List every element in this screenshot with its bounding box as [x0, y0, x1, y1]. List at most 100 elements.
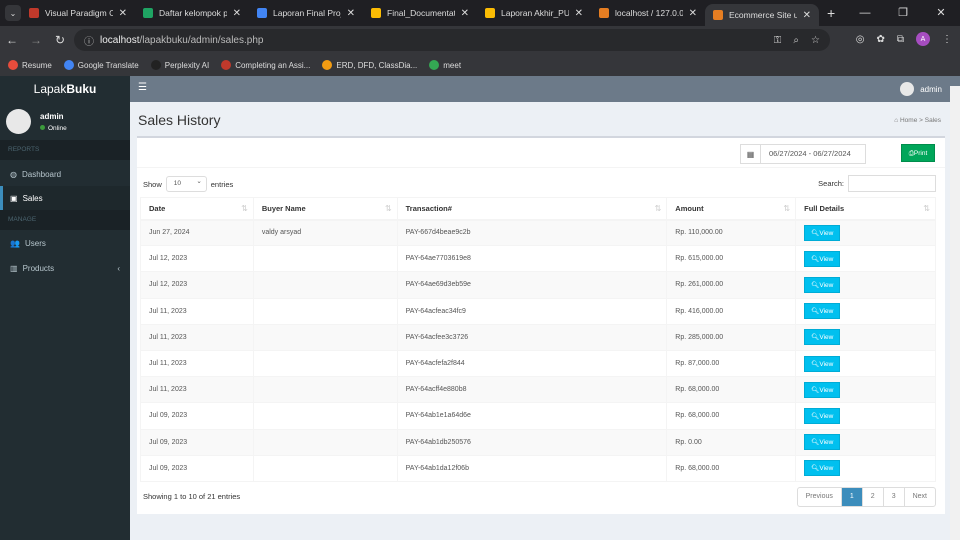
column-header[interactable]: Full Details ⇅ [795, 197, 936, 221]
restore-button[interactable]: ❐ [884, 0, 922, 26]
close-tab-icon[interactable]: ✕ [803, 10, 811, 21]
browser-tab[interactable]: Ecommerce Site usin✕ [705, 4, 819, 26]
dashboard-icon: ◍ [10, 169, 17, 179]
close-tab-icon[interactable]: ✕ [689, 8, 697, 19]
tab-favicon-icon [143, 8, 153, 18]
column-header[interactable]: Buyer Name ⇅ [252, 197, 398, 221]
view-button[interactable]: 🔍︎View [804, 407, 841, 424]
sort-icon: ⇅ [923, 203, 930, 213]
table-row: Jul 11, 2023 PAY-64acfee3c3726 Rp. 285,000… [140, 323, 936, 351]
extension-icon[interactable]: ◎ [856, 34, 865, 45]
view-button[interactable]: 🔍︎View [804, 329, 841, 346]
browser-tab[interactable]: Laporan Final Project✕ [249, 0, 363, 26]
extensions-puzzle-icon[interactable]: ⧉ [897, 34, 904, 45]
address-bar-row: ← → ↻ ⓘ localhost/lapakbuku/admin/sales.p… [0, 26, 960, 54]
cell-amount: Rp. 285,000.00 [666, 323, 797, 351]
bookmark-item[interactable]: Resume [8, 60, 52, 70]
zoom-icon[interactable]: ⌕ [793, 35, 799, 46]
page-previous-button[interactable]: Previous [798, 488, 841, 506]
url-input[interactable]: ⓘ localhost/lapakbuku/admin/sales.php ⚿ ⌕ ☆ [74, 29, 830, 51]
color-extension-icon[interactable]: ✿ [876, 34, 884, 45]
bookmark-item[interactable]: ERD, DFD, ClassDia... [322, 60, 417, 70]
cell-date: Jul 11, 2023 [140, 376, 254, 404]
sales-table: Date ⇅ Buyer Name ⇅ Transaction# ⇅ Amount ⇅ Full… [140, 197, 936, 482]
close-tab-icon[interactable]: ✕ [233, 8, 241, 19]
close-tab-icon[interactable]: ✕ [119, 8, 127, 19]
back-button[interactable]: ← [0, 33, 24, 47]
breadcrumb-home[interactable]: Home [900, 117, 917, 124]
bookmark-item[interactable]: Completing an Assi... [221, 60, 310, 70]
view-button[interactable]: 🔍︎View [804, 460, 841, 477]
view-button[interactable]: 🔍︎View [804, 381, 841, 398]
page-1-button[interactable]: 1 [840, 488, 862, 506]
bookmark-star-icon[interactable]: ☆ [811, 35, 820, 46]
view-button[interactable]: 🔍︎View [804, 224, 841, 241]
column-header[interactable]: Amount ⇅ [666, 197, 797, 221]
cell-buyer [252, 402, 398, 430]
close-window-button[interactable]: ✕ [922, 0, 960, 26]
cell-buyer [252, 297, 398, 325]
page-scrollbar[interactable] [950, 86, 960, 540]
tab-favicon-icon [257, 8, 267, 18]
column-header[interactable]: Transaction# ⇅ [396, 197, 668, 221]
date-range-picker[interactable]: ▦ 06/27/2024 - 06/27/2024 [740, 144, 866, 164]
view-button[interactable]: 🔍︎View [804, 276, 841, 293]
column-header[interactable]: Date ⇅ [140, 197, 254, 221]
forward-button[interactable]: → [24, 33, 48, 47]
close-tab-icon[interactable]: ✕ [347, 8, 355, 19]
cell-transaction: PAY-64ae69d3eb59e [396, 271, 668, 299]
search-input[interactable] [848, 175, 936, 192]
table-row: Jul 09, 2023 PAY-64ab1e1a64d6e Rp. 68,000.… [140, 402, 936, 430]
cell-buyer: valdy arsyad [252, 218, 398, 247]
view-button[interactable]: 🔍︎View [804, 434, 841, 451]
browser-tab[interactable]: Final_Documentation✕ [363, 0, 477, 26]
bookmark-item[interactable]: Google Translate [63, 60, 139, 70]
password-key-icon[interactable]: ⚿ [774, 35, 782, 46]
cell-buyer [252, 376, 398, 404]
app-logo[interactable]: LapakBuku [0, 76, 130, 102]
menu-kebab-icon[interactable]: ⋮ [942, 34, 952, 45]
print-button[interactable]: ⎙Print [901, 144, 935, 162]
tab-search-button[interactable]: ⌄ [5, 5, 21, 21]
site-info-icon[interactable]: ⓘ [84, 33, 94, 48]
close-tab-icon[interactable]: ✕ [575, 8, 583, 19]
user-avatar-small [900, 82, 915, 96]
page-2-button[interactable]: 2 [861, 488, 883, 506]
view-button[interactable]: 🔍︎View [804, 355, 841, 372]
browser-tab[interactable]: Visual Paradigm Onli✕ [21, 0, 135, 26]
cell-transaction: PAY-64acfefa2f844 [396, 349, 668, 378]
minimize-button[interactable]: — [846, 0, 884, 26]
view-button[interactable]: 🔍︎View [804, 303, 841, 320]
user-menu[interactable]: admin [900, 82, 942, 96]
bookmark-favicon-icon [63, 60, 74, 70]
close-tab-icon[interactable]: ✕ [461, 8, 469, 19]
view-button[interactable]: 🔍︎View [804, 250, 841, 267]
browser-tab[interactable]: Daftar kelompok pro✕ [135, 0, 249, 26]
browser-tab[interactable]: localhost / 127.0.0.1✕ [591, 0, 705, 26]
sidebar-item-products[interactable]: ▥ Products ‹ [0, 256, 130, 280]
breadcrumb: ⌂ Home > Sales [894, 117, 941, 124]
bookmark-item[interactable]: Perplexity AI [150, 60, 209, 70]
profile-avatar[interactable]: A [916, 32, 930, 46]
sidebar-item-sales[interactable]: ▣ Sales [0, 186, 130, 210]
chevron-left-icon: ‹ [117, 263, 120, 273]
tab-favicon-icon [485, 8, 495, 18]
sidebar-item-users[interactable]: 👥 Users [0, 231, 130, 255]
bookmark-item[interactable]: meet [429, 60, 461, 70]
bookmark-favicon-icon [221, 60, 232, 70]
new-tab-button[interactable]: + [827, 5, 835, 21]
cell-buyer [252, 454, 398, 482]
top-navbar: ☰ admin [130, 76, 960, 102]
menu-toggle-icon[interactable]: ☰ [138, 82, 147, 93]
sales-box: ▦06/27/2024 - 06/27/2024 ⎙Print Show10en… [137, 136, 945, 514]
entries-select[interactable]: 10 [165, 175, 207, 192]
page-title: Sales History [138, 112, 221, 128]
reload-button[interactable]: ↻ [48, 33, 72, 47]
user-avatar [6, 109, 31, 134]
sidebar-item-dashboard[interactable]: ◍ Dashboard [0, 162, 130, 186]
section-manage: MANAGE [0, 210, 130, 230]
page-3-button[interactable]: 3 [882, 488, 904, 506]
page-next-button[interactable]: Next [903, 488, 935, 506]
browser-tab[interactable]: Laporan Akhir_PUNK✕ [477, 0, 591, 26]
sidebar-user-name: admin [40, 112, 64, 121]
